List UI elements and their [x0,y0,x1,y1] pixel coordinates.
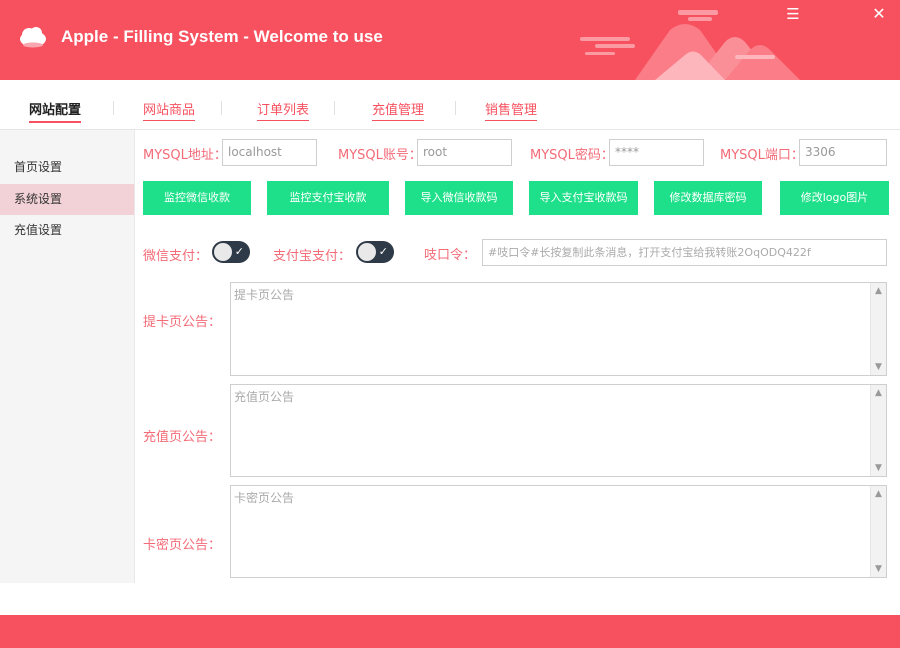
tab-label: 订单列表 [257,103,310,118]
mysql-address-label: MYSQL地址： [143,148,227,163]
scrollbar[interactable]: ▲ ▼ [870,283,886,375]
tab-divider [455,101,456,115]
wechat-pay-toggle[interactable]: ✓ [212,241,250,263]
toggle-knob [358,243,376,261]
sidebar-item-label: 充值设置 [14,223,63,237]
secret-page-notice-textarea[interactable]: 卡密页公告 ▲ ▼ [230,485,887,578]
mysql-address-input[interactable]: localhost [222,139,317,166]
tab-sales-management[interactable]: 销售管理 [485,99,538,121]
recharge-page-notice-textarea[interactable]: 充值页公告 ▲ ▼ [230,384,887,477]
sidebar-item-system-settings[interactable]: 系统设置 [0,184,134,215]
import-alipay-qr-button[interactable]: 导入支付宝收款码 [529,181,638,215]
scroll-down-icon[interactable]: ▼ [871,362,886,372]
scroll-up-icon[interactable]: ▲ [871,489,886,499]
mysql-password-label: MYSQL密码： [530,148,614,163]
sidebar: 首页设置 系统设置 充值设置 [0,130,135,583]
sidebar-item-recharge-settings[interactable]: 充值设置 [0,215,134,246]
tab-divider [221,101,222,115]
mysql-account-input[interactable]: root [417,139,512,166]
footer-bar [0,615,900,648]
alipay-pay-label: 支付宝支付： [273,249,352,264]
scroll-up-icon[interactable]: ▲ [871,388,886,398]
change-db-password-button[interactable]: 修改数据库密码 [654,181,762,215]
import-wechat-qr-button[interactable]: 导入微信收款码 [405,181,513,215]
password-command-label: 吱口令： [424,248,477,263]
alipay-pay-toggle[interactable]: ✓ [356,241,394,263]
change-logo-button[interactable]: 修改logo图片 [780,181,889,215]
tab-label: 网站商品 [143,103,196,118]
secret-page-notice-label: 卡密页公告： [143,538,222,553]
card-page-notice-label: 提卡页公告： [143,315,222,330]
sidebar-item-label: 首页设置 [14,160,63,174]
check-icon: ✓ [378,245,388,258]
scrollbar[interactable]: ▲ ▼ [870,385,886,476]
tab-site-config[interactable]: 网站配置 [29,99,82,123]
top-tabs: 网站配置 网站商品 订单列表 充值管理 销售管理 [0,80,900,130]
close-icon: ✕ [872,4,886,23]
sidebar-item-home-settings[interactable]: 首页设置 [0,152,134,183]
mysql-port-label: MYSQL端口： [720,148,804,163]
check-icon: ✓ [234,245,244,258]
tab-divider [113,101,114,115]
mysql-account-label: MYSQL账号： [338,148,422,163]
tab-site-products[interactable]: 网站商品 [143,99,196,121]
textarea-placeholder: 提卡页公告 [234,288,295,302]
textarea-placeholder: 充值页公告 [234,390,295,404]
mountain-decoration [580,10,800,80]
recharge-page-notice-label: 充值页公告： [143,430,222,445]
scroll-down-icon[interactable]: ▼ [871,564,886,574]
title-bar: Apple - Filling System - Welcome to use … [0,0,900,80]
close-button[interactable]: ✕ [868,4,890,24]
password-command-input[interactable]: #吱口令#长按复制此条消息，打开支付宝给我转账2OqODQ422f [482,239,887,266]
menu-icon: ☰ [786,5,800,23]
tab-divider [334,101,335,115]
card-page-notice-textarea[interactable]: 提卡页公告 ▲ ▼ [230,282,887,376]
cloud-icon [20,27,46,48]
mysql-password-input[interactable]: **** [609,139,704,166]
scroll-down-icon[interactable]: ▼ [871,463,886,473]
mysql-port-input[interactable]: 3306 [799,139,887,166]
monitor-alipay-button[interactable]: 监控支付宝收款 [267,181,389,215]
scrollbar[interactable]: ▲ ▼ [870,486,886,577]
menu-button[interactable]: ☰ [782,4,804,24]
tab-recharge-management[interactable]: 充值管理 [372,99,425,121]
sidebar-item-label: 系统设置 [14,192,63,206]
scroll-up-icon[interactable]: ▲ [871,286,886,296]
monitor-wechat-button[interactable]: 监控微信收款 [143,181,251,215]
toggle-knob [214,243,232,261]
tab-label: 销售管理 [485,103,538,118]
tab-label: 网站配置 [29,103,82,118]
wechat-pay-label: 微信支付： [143,249,209,264]
app-title: Apple - Filling System - Welcome to use [61,27,383,46]
textarea-placeholder: 卡密页公告 [234,491,295,505]
tab-label: 充值管理 [372,103,425,118]
tab-order-list[interactable]: 订单列表 [257,99,310,121]
